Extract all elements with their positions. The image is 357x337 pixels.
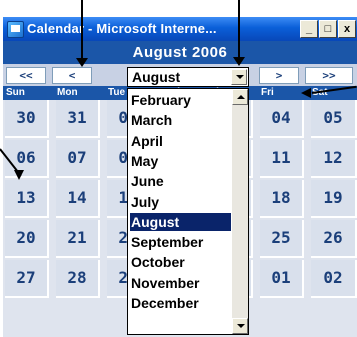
annotation-arrow	[14, 170, 24, 180]
day-cell[interactable]: 27	[5, 260, 49, 298]
day-cell[interactable]: 13	[5, 180, 49, 218]
day-cell[interactable]: 31	[56, 100, 100, 138]
calendar: August 2006 << < > >> August SunMonTueWe…	[3, 41, 357, 337]
day-cell[interactable]: 11	[260, 140, 304, 178]
prev-year-button[interactable]: <<	[6, 67, 46, 84]
chevron-down-icon[interactable]	[231, 69, 247, 85]
day-cell[interactable]: 14	[56, 180, 100, 218]
day-cell[interactable]: 28	[56, 260, 100, 298]
scrollbar-track[interactable]	[232, 105, 248, 318]
day-cell[interactable]: 01	[260, 260, 304, 298]
month-option-august[interactable]: August	[130, 212, 231, 231]
minimize-button[interactable]: _	[300, 20, 318, 38]
internet-explorer-icon	[7, 21, 24, 38]
annotation-arrow	[76, 58, 88, 67]
annotation-line	[81, 0, 83, 58]
annotation-arrow	[233, 57, 245, 66]
day-header-sun: Sun	[6, 87, 25, 98]
month-select-value: August	[132, 69, 181, 85]
day-cell[interactable]: 19	[311, 180, 357, 218]
month-list-scrollbar[interactable]	[232, 89, 248, 334]
maximize-button[interactable]: □	[319, 20, 337, 38]
next-year-button[interactable]: >>	[305, 67, 353, 84]
day-cell[interactable]: 04	[260, 100, 304, 138]
day-cell[interactable]: 26	[311, 220, 357, 258]
title-bar[interactable]: Calendar - Microsoft Interne... _ □ x	[3, 17, 357, 41]
day-header-mon: Mon	[57, 87, 78, 98]
day-cell[interactable]: 12	[311, 140, 357, 178]
month-option-april[interactable]: April	[130, 132, 231, 150]
day-cell[interactable]: 25	[260, 220, 304, 258]
month-option-march[interactable]: March	[130, 111, 231, 129]
month-title: August 2006	[3, 41, 357, 64]
month-option-july[interactable]: July	[130, 193, 231, 211]
close-button[interactable]: x	[338, 20, 356, 38]
month-dropdown-list[interactable]: February March April May June July August Septe…	[127, 88, 249, 335]
annotation-line	[238, 0, 240, 57]
month-option-june[interactable]: June	[130, 172, 231, 190]
calendar-window: Calendar - Microsoft Interne... _ □ x Au…	[3, 17, 357, 337]
scroll-down-icon[interactable]	[232, 318, 248, 334]
month-option-november[interactable]: November	[130, 274, 231, 292]
day-cell[interactable]: 21	[56, 220, 100, 258]
month-select[interactable]: August	[127, 67, 249, 87]
prev-month-button[interactable]: <	[52, 67, 92, 84]
day-cell[interactable]: 20	[5, 220, 49, 258]
month-option-december[interactable]: December	[130, 294, 231, 312]
month-option-october[interactable]: October	[130, 253, 231, 271]
month-option-may[interactable]: May	[130, 152, 231, 170]
day-cell[interactable]: 02	[311, 260, 357, 298]
scroll-up-icon[interactable]	[232, 89, 248, 105]
day-cell[interactable]: 07	[56, 140, 100, 178]
next-month-button[interactable]: >	[259, 67, 299, 84]
window-title: Calendar - Microsoft Interne...	[27, 21, 217, 36]
day-cell[interactable]: 18	[260, 180, 304, 218]
month-option-september[interactable]: September	[130, 233, 231, 251]
day-cell[interactable]: 30	[5, 100, 49, 138]
annotation-arrow	[301, 88, 311, 98]
month-option-february[interactable]: February	[130, 91, 231, 109]
day-cell[interactable]: 05	[311, 100, 357, 138]
day-cell[interactable]: 06	[5, 140, 49, 178]
day-header-fri: Fri	[261, 87, 274, 98]
